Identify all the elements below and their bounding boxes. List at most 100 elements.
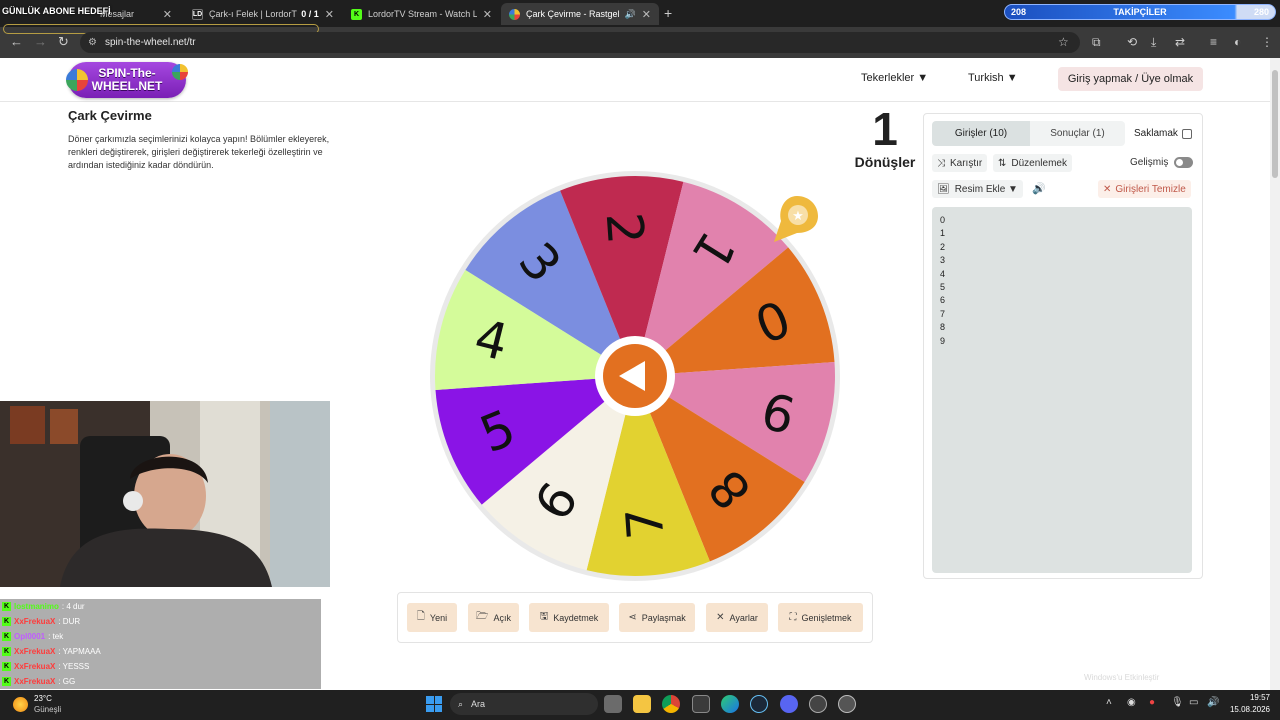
sort-icon: ⇅ bbox=[998, 157, 1007, 169]
network-icon[interactable]: ▭ bbox=[1189, 697, 1198, 708]
url-field[interactable]: ⚙ spin-the-wheel.net/tr bbox=[80, 32, 1080, 53]
entry-line: 1 bbox=[940, 228, 946, 239]
menu-icon[interactable]: ⋮ bbox=[1261, 35, 1273, 49]
chrome-icon[interactable] bbox=[662, 695, 680, 713]
app-icon[interactable] bbox=[809, 695, 827, 713]
tab-title: Çark Çevirme - Rastgele ad bbox=[526, 9, 619, 19]
followers-progress-bar: 208 TAKİPÇİLER 280 bbox=[1004, 4, 1276, 20]
microphone-icon[interactable]: 🎙 bbox=[1171, 697, 1184, 708]
wheel-pointer: ★ bbox=[774, 196, 818, 242]
chat-text: : GG bbox=[58, 677, 76, 686]
sort-button[interactable]: ⇅ Düzenlemek bbox=[993, 154, 1072, 172]
save-button-label: Kaydetmek bbox=[553, 612, 599, 623]
clock-time[interactable]: 19:57 bbox=[1238, 693, 1270, 702]
edge-icon[interactable] bbox=[721, 695, 739, 713]
wheel-segment-label: 7 bbox=[615, 506, 675, 542]
tab-results[interactable]: Sonuçlar (1) bbox=[1030, 121, 1125, 146]
new-tab-icon[interactable]: + bbox=[664, 5, 672, 21]
chat-username: XxFrekuaX bbox=[14, 677, 56, 686]
weather-description: Güneşli bbox=[34, 705, 62, 714]
kick-badge-icon: K bbox=[2, 602, 11, 611]
share-icon: ⋖ bbox=[628, 612, 637, 623]
windows-start-icon[interactable] bbox=[426, 696, 442, 712]
share-button[interactable]: ⋖ Paylaşmak bbox=[619, 603, 695, 632]
file-explorer-icon[interactable] bbox=[633, 695, 651, 713]
sound-icon[interactable]: 🔊 bbox=[1032, 182, 1046, 195]
menu-language[interactable]: Turkish ▼ bbox=[968, 72, 1018, 84]
close-icon[interactable]: ✕ bbox=[642, 8, 651, 21]
expand-button[interactable]: ⛶ Genişletmek bbox=[778, 603, 863, 632]
volume-icon[interactable]: 🔊 bbox=[1207, 697, 1219, 708]
open-button[interactable]: 🗁 Açık bbox=[468, 603, 519, 632]
history-icon[interactable]: ⟲ bbox=[1127, 35, 1137, 49]
chat-message: K XxFrekuaX: DUR bbox=[0, 614, 321, 629]
tab-cark-felek[interactable]: LD Çark-ı Felek | LordorTV 0 / 1 ✕ bbox=[184, 3, 342, 25]
logo-ball-icon bbox=[66, 69, 88, 91]
tray-app-icon[interactable]: ● bbox=[1149, 697, 1155, 708]
file-icon: 🗋 bbox=[416, 611, 425, 622]
discord-icon[interactable] bbox=[780, 695, 798, 713]
close-icon[interactable]: ✕ bbox=[325, 8, 334, 21]
back-icon[interactable]: ← bbox=[10, 34, 23, 49]
folder-icon: 🗁 bbox=[476, 611, 489, 622]
tab-lordortv-stream[interactable]: K LordorTV Stream - Watch Live ✕ bbox=[343, 3, 500, 25]
site-logo[interactable]: SPIN-The- WHEEL.NET bbox=[66, 62, 188, 98]
advanced-toggle[interactable] bbox=[1174, 157, 1193, 168]
search-icon: ⌕ bbox=[458, 698, 464, 709]
clear-entries-button[interactable]: ✕ Girişleri Temizle bbox=[1098, 180, 1191, 198]
tray-chevron-icon[interactable]: ˄ bbox=[1106, 697, 1112, 708]
speaker-icon[interactable]: 🔊 bbox=[625, 9, 636, 20]
menu-wheels[interactable]: Tekerlekler ▼ bbox=[861, 72, 928, 84]
clock-date[interactable]: 15.08.2026 bbox=[1225, 705, 1270, 714]
entry-line: 7 bbox=[940, 308, 946, 319]
entry-line: 4 bbox=[940, 268, 946, 279]
shuffle-label: Karıştır bbox=[950, 157, 983, 169]
new-button-label: Yeni bbox=[429, 612, 448, 623]
stream-chat: Klostmanimo: 4 dur K XxFrekuaX: DUR K Opl000… bbox=[0, 599, 321, 690]
settings-button[interactable]: ✕ Ayarlar bbox=[706, 603, 768, 632]
close-icon[interactable]: ✕ bbox=[163, 8, 172, 21]
tab-entries[interactable]: Girişler (10) bbox=[932, 121, 1030, 146]
chat-message: K Opl0001: tek bbox=[0, 629, 321, 644]
close-icon[interactable]: ✕ bbox=[483, 8, 492, 21]
chat-text: : DUR bbox=[58, 617, 81, 626]
scrollbar-thumb[interactable] bbox=[1272, 70, 1278, 178]
shuffle-button[interactable]: ⤨ Karıştır bbox=[932, 154, 988, 172]
download-icon[interactable]: ⤓ bbox=[1151, 35, 1156, 50]
tab-badge: 0 / 1 bbox=[301, 9, 319, 19]
entry-line: 5 bbox=[940, 282, 946, 293]
reload-icon[interactable]: ↻ bbox=[58, 34, 69, 50]
ld-icon: LD bbox=[192, 8, 203, 20]
task-view-icon[interactable] bbox=[604, 695, 622, 713]
tab-cark-cevirme[interactable]: Çark Çevirme - Rastgele ad 🔊 ✕ bbox=[501, 3, 659, 25]
forward-icon[interactable]: → bbox=[34, 34, 47, 49]
sun-icon[interactable] bbox=[13, 697, 28, 712]
store-icon[interactable] bbox=[692, 695, 710, 713]
entries-textarea[interactable]: 0 1 2 3 4 5 6 7 8 9 bbox=[932, 207, 1192, 573]
entry-line: 8 bbox=[940, 322, 946, 333]
logo-ball-icon bbox=[172, 64, 188, 80]
save-button[interactable]: 🖫 Kaydetmek bbox=[529, 603, 609, 632]
add-image-button[interactable]: 🖼 Resim Ekle ▼ bbox=[932, 180, 1023, 198]
bookmark-star-icon[interactable]: ☆ bbox=[1058, 35, 1069, 49]
entry-line: 2 bbox=[940, 241, 946, 252]
pointer-star-icon: ★ bbox=[792, 208, 804, 223]
tray-app-icon[interactable]: ◉ bbox=[1127, 697, 1136, 708]
taskbar-search[interactable]: ⌕ Ara bbox=[450, 693, 598, 715]
followers-current: 208 bbox=[1011, 7, 1027, 17]
login-button[interactable]: Giriş yapmak / Üye olmak bbox=[1058, 67, 1203, 91]
hide-checkbox[interactable] bbox=[1182, 129, 1192, 139]
chat-message: K XxFrekuaX: YAPMAAA bbox=[0, 644, 321, 659]
reading-list-icon[interactable]: ≡ bbox=[1210, 35, 1217, 49]
spin-count: 1 bbox=[872, 103, 898, 155]
settings-app-icon[interactable] bbox=[838, 695, 856, 713]
translate-icon[interactable]: ⇄ bbox=[1175, 35, 1185, 49]
kick-badge-icon: K bbox=[2, 647, 11, 656]
new-button[interactable]: 🗋 Yeni bbox=[407, 603, 457, 632]
profile-icon[interactable]: ◐ bbox=[1234, 35, 1241, 49]
activation-watermark: Windows'u Etkinleştir bbox=[1084, 673, 1160, 682]
extensions-icon[interactable]: ⧉ bbox=[1092, 35, 1101, 50]
steam-icon[interactable] bbox=[750, 695, 768, 713]
entry-line: 6 bbox=[940, 295, 946, 306]
site-info-icon[interactable]: ⚙ bbox=[88, 37, 97, 48]
